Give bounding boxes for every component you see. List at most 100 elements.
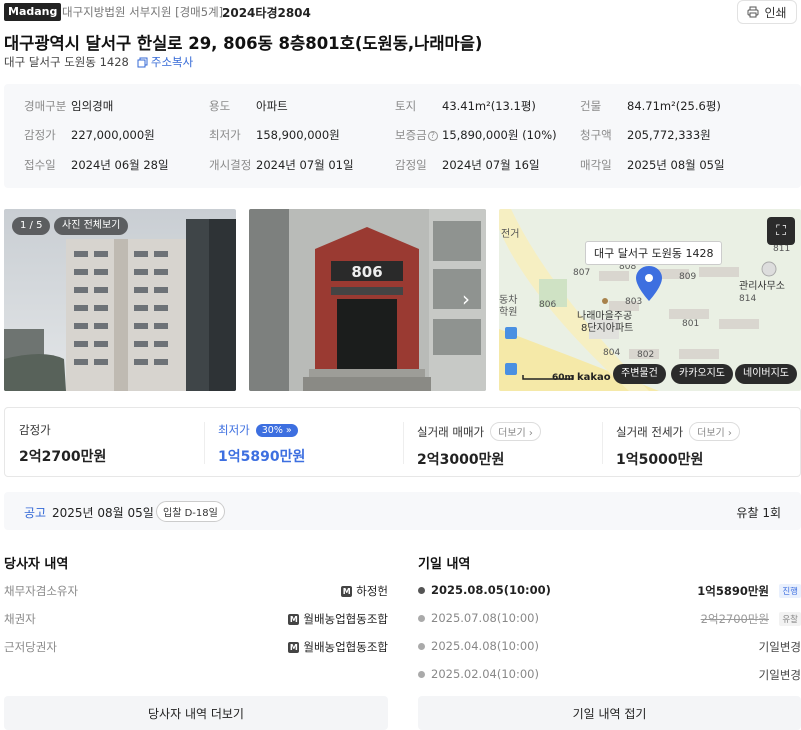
- map-scale: 60m: [552, 373, 574, 383]
- party-role: 채권자: [4, 612, 36, 626]
- info-value: 2024년 07월 01일: [256, 158, 354, 172]
- info-start: 개시결정 2024년 07월 01일: [209, 157, 354, 173]
- history-row: 2025.04.08(10:00) 기일변경: [418, 639, 801, 655]
- court-name: 대구지방법원 서부지원 [경매5계]: [62, 5, 224, 19]
- map-label: 나래마을주공: [577, 310, 632, 322]
- property-photo-1[interactable]: 1 / 5 사진 전체보기: [4, 209, 236, 391]
- lot-address: 대구 달서구 도원동 1428: [4, 55, 129, 69]
- info-key: 건물: [580, 99, 602, 113]
- member-icon: M: [341, 585, 353, 597]
- nearby-items-button[interactable]: 주변물건: [613, 364, 666, 384]
- chevron-right-icon[interactable]: ›: [462, 287, 470, 311]
- history-date: 2025.07.08(10:00): [431, 611, 539, 625]
- info-received: 접수일 2024년 06월 28일: [24, 157, 169, 173]
- expand-map-icon[interactable]: ⛶: [767, 217, 795, 245]
- more-text: 더보기: [498, 428, 526, 439]
- rent-more-button[interactable]: 더보기 ›: [689, 422, 740, 441]
- info-claim: 청구액 205,772,333원: [580, 127, 711, 143]
- status-dot: [418, 643, 425, 650]
- parties-title: 당사자 내역: [4, 557, 69, 572]
- minimum-label: 최저가: [218, 423, 250, 437]
- info-use: 용도 아파트: [209, 98, 288, 114]
- price-appraisal: 감정가 2억2700만원: [5, 408, 204, 476]
- naver-map-button[interactable]: 네이버지도: [735, 364, 797, 384]
- history-amount: 2억2700만원: [700, 612, 769, 626]
- view-all-photos-button[interactable]: 사진 전체보기: [54, 217, 129, 235]
- print-button[interactable]: 인쇄: [737, 0, 797, 24]
- map-label: 806: [539, 300, 556, 310]
- party-name: 하정헌: [356, 584, 388, 598]
- info-key: 보증금: [395, 128, 427, 142]
- status-tag: 진행: [779, 584, 801, 598]
- history-row: 2025.08.05(10:00) 1억5890만원 진행: [418, 583, 801, 599]
- top-bar: Madang 대구지방법원 서부지원 [경매5계] 2024타경2804 인쇄: [0, 0, 801, 24]
- building-number-sign: 806: [351, 263, 382, 281]
- building-entrance-image: 806: [249, 209, 486, 391]
- sale-value: 2억3000만원: [417, 452, 505, 468]
- status-tag: 유찰: [779, 612, 801, 626]
- info-value: 43.41m²(13.1평): [442, 99, 536, 113]
- history-date: 2025.04.08(10:00): [431, 639, 539, 653]
- price-rent: 실거래 전세가 더보기 › 1억5000만원: [602, 408, 800, 476]
- price-minimum: 최저가 30% » 1억5890만원: [204, 408, 403, 476]
- status-dot: [418, 615, 425, 622]
- auction-info-panel: 경매구분 임의경매 용도 아파트 토지 43.41m²(13.1평) 건물 84.71m…: [4, 84, 801, 188]
- history-fold-button[interactable]: 기일 내역 접기: [418, 696, 801, 730]
- history-amount: 1억5890만원: [697, 584, 769, 598]
- party-name: 월배농업협동조합: [303, 640, 388, 654]
- price-sale: 실거래 매매가 더보기 › 2억3000만원: [403, 408, 602, 476]
- dday-badge: 입찰 D-18일: [156, 501, 225, 522]
- history-title: 기일 내역: [418, 557, 471, 572]
- notice-bar: 공고 2025년 08월 05일 입찰 D-18일 유찰 1회: [4, 492, 801, 530]
- member-icon: M: [288, 613, 300, 625]
- location-map[interactable]: 807 806 803 809 801 804 802 811 814 808 …: [499, 209, 801, 391]
- map-label: 809: [679, 272, 696, 282]
- info-value: 227,000,000원: [71, 128, 155, 142]
- info-deposit: 보증금? 15,890,000원 (10%): [395, 127, 557, 143]
- parties-more-button[interactable]: 당사자 내역 더보기: [4, 696, 388, 730]
- sub-address: 대구 달서구 도원동 1428 주소복사: [4, 54, 193, 70]
- info-auction-type: 경매구분 임의경매: [24, 98, 113, 114]
- status-dot: [418, 587, 425, 594]
- info-sale-date: 매각일 2025년 08월 05일: [580, 157, 725, 173]
- print-label: 인쇄: [764, 5, 787, 20]
- kakao-map-logo: kakao: [577, 372, 611, 383]
- copy-address-button[interactable]: 주소복사: [137, 54, 193, 70]
- history-date: 2025.02.04(10:00): [431, 667, 539, 681]
- info-minimum: 최저가 158,900,000원: [209, 127, 340, 143]
- apartment-tower-image: [4, 209, 236, 391]
- info-value: 15,890,000원 (10%): [442, 128, 557, 142]
- madang-logo[interactable]: Madang: [4, 3, 62, 21]
- map-label: 803: [625, 297, 642, 307]
- kakao-map-button[interactable]: 카카오지도: [671, 364, 733, 384]
- help-icon[interactable]: ?: [427, 131, 438, 141]
- info-key: 청구액: [580, 128, 612, 142]
- map-label: 전거: [501, 228, 519, 240]
- info-value: 205,772,333원: [627, 128, 711, 142]
- info-key: 최저가: [209, 128, 241, 142]
- history-amount: 기일변경: [758, 668, 801, 682]
- history-row: 2025.02.04(10:00) 기일변경: [418, 667, 801, 683]
- copy-address-label: 주소복사: [150, 55, 194, 69]
- map-label: 801: [682, 319, 699, 329]
- property-photo-2[interactable]: 806 ›: [249, 209, 486, 391]
- history-date: 2025.08.05(10:00): [431, 583, 551, 597]
- info-key: 개시결정: [209, 158, 252, 172]
- copy-icon: [137, 57, 148, 67]
- map-label: 8단지아파트: [581, 322, 633, 334]
- info-key: 접수일: [24, 158, 56, 172]
- member-icon: M: [288, 641, 300, 653]
- fail-count: 유찰 1회: [736, 506, 781, 520]
- sale-more-button[interactable]: 더보기 ›: [490, 422, 541, 441]
- info-key: 용도: [209, 99, 231, 113]
- info-key: 감정일: [395, 158, 427, 172]
- sale-label: 실거래 매매가: [417, 424, 485, 439]
- party-role: 근저당권자: [4, 640, 57, 654]
- map-label: 811: [773, 244, 790, 254]
- minimum-rate-badge: 30% »: [255, 423, 298, 437]
- map-label: 학원: [499, 306, 517, 318]
- map-label: 802: [637, 350, 654, 360]
- status-dot: [418, 671, 425, 678]
- party-name: 월배농업협동조합: [303, 612, 388, 626]
- info-value: 아파트: [256, 99, 288, 113]
